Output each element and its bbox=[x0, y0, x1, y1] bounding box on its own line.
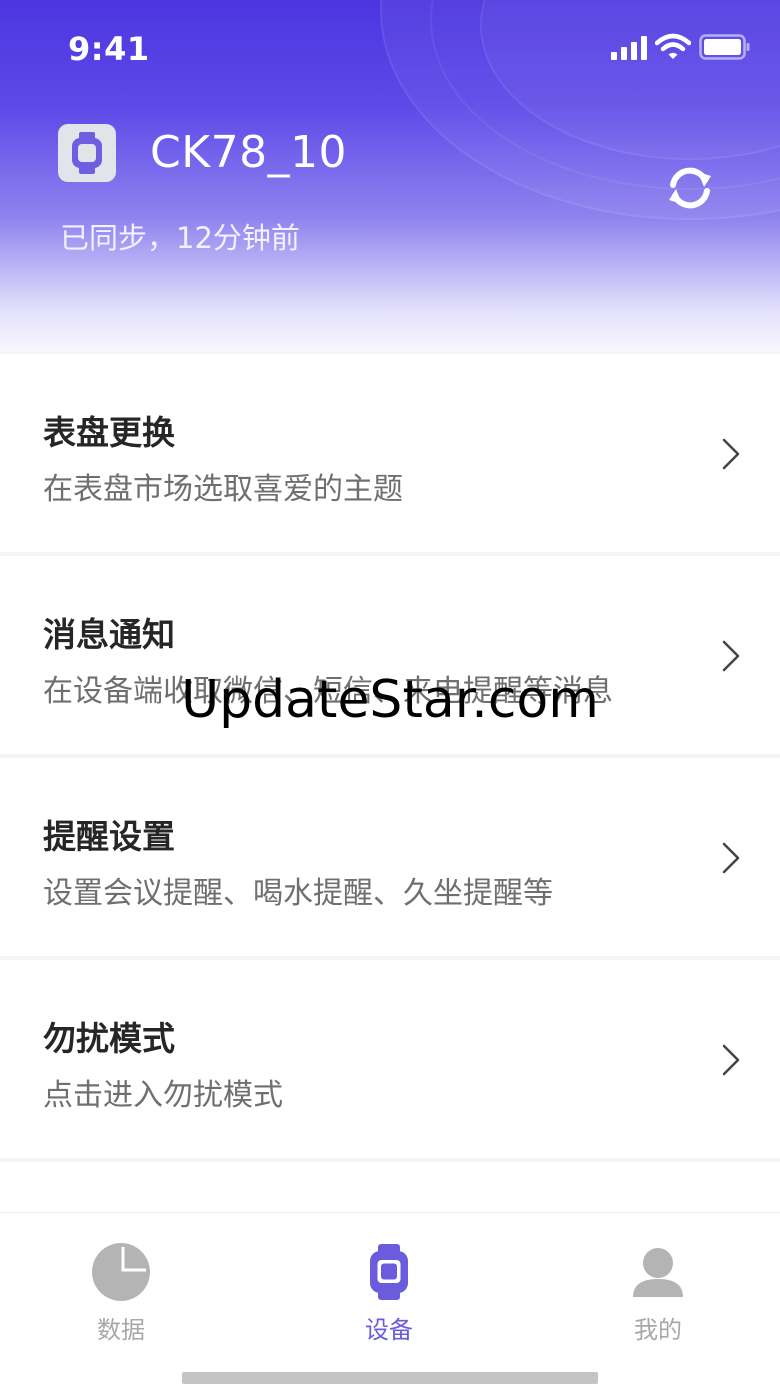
tab-data[interactable]: 数据 bbox=[31, 1237, 211, 1347]
menu-item-title: 表盘更换 bbox=[43, 413, 175, 452]
tab-label: 设备 bbox=[365, 1316, 413, 1344]
device-avatar bbox=[58, 124, 116, 182]
refresh-icon bbox=[669, 167, 711, 209]
refresh-button[interactable] bbox=[660, 158, 720, 218]
status-bar: 9:41 bbox=[0, 0, 780, 100]
chevron-right-icon bbox=[722, 842, 740, 874]
user-icon bbox=[633, 1248, 683, 1297]
chevron-right-icon bbox=[722, 1044, 740, 1076]
battery-icon bbox=[699, 34, 750, 60]
device-header: 9:41 CK78_10 已同步，12分钟前 bbox=[0, 0, 780, 352]
wifi-icon bbox=[655, 33, 691, 59]
menu-item-title: 勿扰模式 bbox=[43, 1019, 175, 1058]
pie-chart-icon bbox=[92, 1243, 150, 1301]
menu-item-partial bbox=[0, 1162, 780, 1212]
status-time: 9:41 bbox=[68, 30, 150, 68]
watch-icon bbox=[370, 1244, 408, 1300]
menu-item-subtitle: 在表盘市场选取喜爱的主题 bbox=[43, 472, 403, 507]
menu-item-do-not-disturb[interactable]: 勿扰模式 点击进入勿扰模式 bbox=[0, 960, 780, 1158]
device-screen: 9:41 CK78_10 已同步，12分钟前 表盘更换 在表盘市场选取喜爱的主题… bbox=[0, 0, 780, 1387]
menu-item-watch-face[interactable]: 表盘更换 在表盘市场选取喜爱的主题 bbox=[0, 354, 780, 552]
tab-label: 数据 bbox=[97, 1316, 145, 1344]
chevron-right-icon bbox=[722, 438, 740, 470]
device-name: CK78_10 bbox=[150, 127, 348, 178]
sync-status: 已同步，12分钟前 bbox=[60, 221, 300, 255]
menu-item-reminders[interactable]: 提醒设置 设置会议提醒、喝水提醒、久坐提醒等 bbox=[0, 758, 780, 956]
tab-device[interactable]: 设备 bbox=[299, 1237, 479, 1347]
settings-list: 表盘更换 在表盘市场选取喜爱的主题 消息通知 在设备端收取微信、短信、来电提醒等… bbox=[0, 354, 780, 1162]
tab-bar: 数据 设备 我的 bbox=[0, 1212, 780, 1387]
tab-label: 我的 bbox=[634, 1316, 682, 1344]
menu-item-subtitle: 点击进入勿扰模式 bbox=[43, 1078, 283, 1113]
tab-mine[interactable]: 我的 bbox=[568, 1237, 748, 1347]
watch-icon bbox=[72, 132, 102, 174]
watermark: UpdateStar.com bbox=[181, 670, 599, 730]
menu-item-subtitle: 设置会议提醒、喝水提醒、久坐提醒等 bbox=[43, 876, 553, 911]
home-indicator bbox=[182, 1372, 598, 1384]
signal-icon bbox=[611, 36, 647, 60]
menu-item-title: 提醒设置 bbox=[43, 817, 175, 856]
menu-item-title: 消息通知 bbox=[43, 615, 175, 654]
